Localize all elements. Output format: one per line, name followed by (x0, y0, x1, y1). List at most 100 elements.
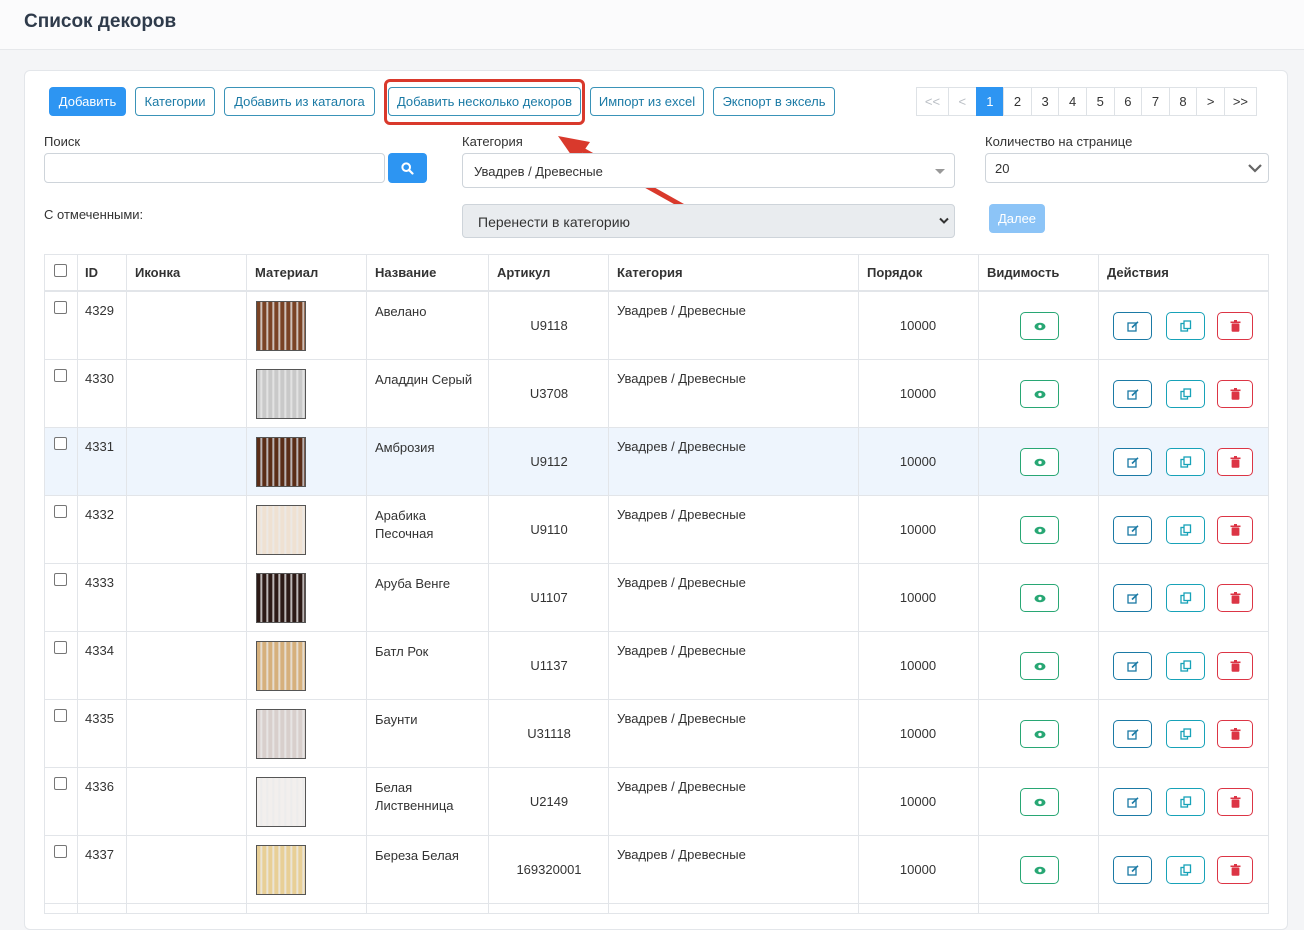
visibility-toggle-button[interactable] (1020, 312, 1059, 340)
delete-button[interactable] (1217, 448, 1253, 476)
table-row: 4329 Авелано U9118 Увадрев / Древесные 10000 (45, 292, 1268, 360)
select-all-checkbox[interactable] (54, 264, 67, 277)
visibility-toggle-button[interactable] (1020, 516, 1059, 544)
edit-button[interactable] (1113, 788, 1152, 816)
add-from-catalog-button[interactable]: Добавить из каталога (224, 87, 375, 116)
import-excel-button[interactable]: Импорт из excel (590, 87, 704, 116)
pagination-page-5[interactable]: 5 (1085, 87, 1115, 116)
row-name: Амброзия (375, 440, 435, 455)
edit-icon (1126, 864, 1139, 876)
row-id: 4337 (85, 847, 114, 862)
search-input[interactable] (44, 153, 385, 183)
categories-button[interactable]: Категории (135, 87, 215, 116)
material-swatch (256, 845, 306, 895)
row-order: 10000 (899, 658, 937, 673)
row-checkbox[interactable] (54, 369, 67, 382)
pagination-page-6[interactable]: 6 (1113, 87, 1143, 116)
pagination-page-2[interactable]: 2 (1003, 87, 1032, 116)
pagination-page-3[interactable]: 3 (1030, 87, 1060, 116)
delete-button[interactable] (1217, 856, 1253, 884)
row-order: 10000 (899, 318, 937, 333)
edit-button[interactable] (1113, 380, 1152, 408)
per-page-label: Количество на странице (985, 134, 1133, 149)
row-category: Увадрев / Древесные (617, 303, 746, 318)
per-page-select[interactable]: 20 (985, 153, 1269, 183)
export-excel-button[interactable]: Экспорт в эксель (713, 87, 835, 116)
table-row: 4334 Батл Рок U1137 Увадрев / Древесные 1000… (45, 632, 1268, 700)
eye-icon (1034, 594, 1045, 602)
delete-button[interactable] (1217, 312, 1253, 340)
edit-button[interactable] (1113, 856, 1152, 884)
copy-button[interactable] (1166, 516, 1205, 544)
table-row: 4333 Аруба Венге U1107 Увадрев / Древесные 1… (45, 564, 1268, 632)
visibility-toggle-button[interactable] (1020, 720, 1059, 748)
row-checkbox[interactable] (54, 777, 67, 790)
pagination-page-8[interactable]: 8 (1168, 87, 1198, 116)
row-checkbox[interactable] (54, 573, 67, 586)
row-sku: U31118 (527, 726, 571, 741)
delete-button[interactable] (1217, 380, 1253, 408)
copy-button[interactable] (1166, 312, 1205, 340)
visibility-toggle-button[interactable] (1020, 652, 1059, 680)
visibility-toggle-button[interactable] (1020, 856, 1059, 884)
row-order: 10000 (899, 454, 937, 469)
delete-button[interactable] (1217, 516, 1253, 544)
edit-button[interactable] (1113, 516, 1152, 544)
add-button[interactable]: Добавить (49, 87, 126, 116)
row-checkbox[interactable] (54, 301, 67, 314)
delete-button[interactable] (1217, 652, 1253, 680)
visibility-toggle-button[interactable] (1020, 584, 1059, 612)
edit-icon (1126, 592, 1139, 604)
edit-icon (1126, 524, 1139, 536)
pagination-first[interactable]: << (916, 87, 949, 116)
next-button[interactable]: Далее (989, 204, 1045, 233)
table-header: ID Иконка Материал Название Артикул Кате… (45, 255, 1268, 292)
row-checkbox[interactable] (54, 505, 67, 518)
pagination-last[interactable]: >> (1223, 87, 1257, 116)
bulk-action-select[interactable]: Перенести в категорию (462, 204, 955, 238)
edit-button[interactable] (1113, 584, 1152, 612)
row-checkbox[interactable] (54, 641, 67, 654)
row-category: Увадрев / Древесные (617, 643, 746, 658)
eye-icon (1034, 458, 1045, 466)
header-name: Название (375, 265, 437, 280)
header-order: Порядок (867, 265, 923, 280)
copy-button[interactable] (1166, 856, 1205, 884)
row-checkbox[interactable] (54, 437, 67, 450)
visibility-toggle-button[interactable] (1020, 788, 1059, 816)
visibility-toggle-button[interactable] (1020, 380, 1059, 408)
category-label: Категория (462, 134, 523, 149)
visibility-toggle-button[interactable] (1020, 448, 1059, 476)
pagination-page-7[interactable]: 7 (1141, 87, 1170, 116)
copy-button[interactable] (1166, 788, 1205, 816)
pagination-prev[interactable]: < (948, 87, 977, 116)
row-checkbox[interactable] (54, 709, 67, 722)
bulk-action-value: Перенести в категорию (478, 214, 631, 230)
row-id: 4331 (85, 439, 114, 454)
category-select[interactable]: Увадрев / Древесные (462, 153, 955, 188)
material-swatch (256, 505, 306, 555)
search-button[interactable] (388, 153, 427, 183)
pagination-page-4[interactable]: 4 (1058, 87, 1087, 116)
edit-button[interactable] (1113, 312, 1152, 340)
delete-button[interactable] (1217, 720, 1253, 748)
delete-button[interactable] (1217, 584, 1253, 612)
copy-button[interactable] (1166, 720, 1205, 748)
edit-button[interactable] (1113, 652, 1152, 680)
edit-button[interactable] (1113, 448, 1152, 476)
copy-button[interactable] (1166, 652, 1205, 680)
pagination-next[interactable]: > (1196, 87, 1225, 116)
row-sku: U9110 (530, 522, 568, 537)
row-sku: U2149 (529, 794, 569, 809)
copy-icon (1179, 796, 1191, 808)
row-order: 10000 (899, 386, 937, 401)
edit-button[interactable] (1113, 720, 1152, 748)
row-checkbox[interactable] (54, 845, 67, 858)
row-name: Баунти (375, 712, 418, 727)
delete-button[interactable] (1217, 788, 1253, 816)
edit-icon (1126, 388, 1139, 400)
copy-button[interactable] (1166, 448, 1205, 476)
copy-button[interactable] (1166, 380, 1205, 408)
copy-button[interactable] (1166, 584, 1205, 612)
pagination-page-1[interactable]: 1 (975, 87, 1005, 116)
